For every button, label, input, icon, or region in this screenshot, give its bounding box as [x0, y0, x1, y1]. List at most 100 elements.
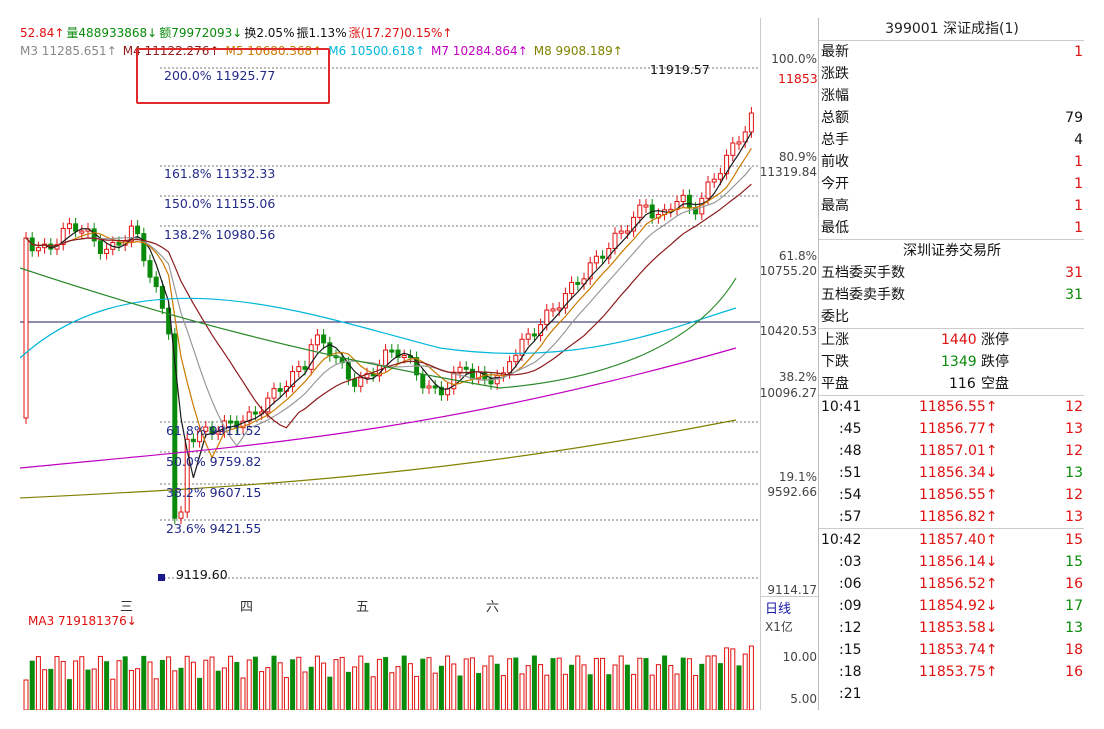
candle-body: [575, 281, 581, 285]
tick-volume: 17: [1065, 598, 1083, 614]
volume-bar: [110, 678, 116, 710]
tick-volume: 13: [1065, 465, 1083, 481]
tick-row[interactable]: 10:41 11856.55↑ 12: [819, 396, 1084, 418]
volume-bar: [451, 663, 457, 710]
volume-bar: [327, 676, 333, 710]
limit-up-label: 涨停: [981, 332, 1009, 348]
candle-body: [153, 276, 159, 288]
volume-bar: [500, 675, 506, 710]
candle-body: [314, 334, 320, 346]
volume-bar: [531, 655, 537, 710]
quote-label: 涨幅: [821, 88, 849, 104]
volume-bar: [643, 658, 649, 710]
volume-bar: [228, 655, 234, 710]
tick-row[interactable]: :54 11856.55↑ 12: [819, 484, 1084, 506]
volume-bar: [575, 655, 581, 710]
candle-body: [618, 230, 624, 234]
tick-row[interactable]: :18 11853.75↑ 16: [819, 661, 1084, 683]
book-label: 委比: [821, 309, 849, 325]
info-item: 振1.13%: [296, 26, 347, 40]
tick-row[interactable]: :09 11854.92↓ 17: [819, 595, 1084, 617]
quote-value: 1: [1074, 198, 1083, 214]
info-item: 52.84↑: [20, 26, 65, 40]
tick-row[interactable]: :03 11856.14↓ 15: [819, 551, 1084, 573]
low-marker: [158, 574, 165, 581]
volume-bar: [445, 655, 451, 710]
volume-bar: [482, 665, 488, 710]
axis-label: 100.0%: [771, 52, 817, 66]
tick-price: 11856.55↑: [919, 399, 998, 415]
candle-body: [426, 385, 432, 389]
candle-body: [612, 232, 618, 249]
volume-unit[interactable]: X1亿: [765, 618, 793, 635]
axis-label: 9114.17: [767, 583, 817, 597]
tick-row[interactable]: :12 11853.58↓ 13: [819, 617, 1084, 639]
quote-label: 最低: [821, 220, 849, 236]
candle-body: [389, 349, 395, 353]
volume-bar: [333, 659, 339, 710]
empty-label: 空盘: [981, 376, 1009, 392]
period-button[interactable]: 日线: [765, 598, 791, 617]
quote-row: 最新 1: [819, 41, 1084, 63]
volume-chart: [23, 645, 754, 710]
tick-row[interactable]: :48 11857.01↑ 12: [819, 440, 1084, 462]
candlestick-chart[interactable]: [20, 58, 760, 628]
volume-bar: [426, 657, 432, 710]
volume-bar: [104, 661, 110, 710]
tick-volume: 13: [1065, 509, 1083, 525]
candle-body: [190, 438, 196, 443]
volume-bar: [147, 661, 153, 710]
axis-label: 10420.53: [759, 324, 817, 338]
tick-row[interactable]: :45 11856.77↑ 13: [819, 418, 1084, 440]
quote-row: 前收 1: [819, 151, 1084, 173]
tick-row[interactable]: :15 11853.74↑ 18: [819, 639, 1084, 661]
volume-bar: [438, 665, 444, 710]
volume-bar: [736, 665, 742, 710]
tick-price: 11853.75↑: [919, 664, 998, 680]
candle-body: [643, 204, 649, 208]
volume-bar: [370, 676, 376, 710]
volume-bar: [85, 669, 91, 710]
candle-body: [159, 286, 165, 309]
volume-bar: [662, 655, 668, 710]
candle-body: [550, 308, 556, 312]
candle-body: [457, 366, 463, 373]
x-tick-fri: 五: [356, 600, 370, 615]
volume-bar: [73, 660, 79, 710]
tick-row[interactable]: :21: [819, 683, 1084, 705]
volume-bar: [680, 657, 686, 710]
axis-label: 38.2%: [778, 370, 817, 384]
volume-bar: [407, 663, 413, 710]
volume-bar: [116, 660, 122, 710]
candle-body: [432, 385, 438, 389]
candle-body: [401, 355, 407, 359]
volume-bar: [581, 664, 587, 710]
volume-bar: [66, 679, 72, 710]
tick-row[interactable]: 10:42 11857.40↑ 15: [819, 528, 1084, 551]
tick-row[interactable]: :57 11856.82↑ 13: [819, 506, 1084, 528]
candle-body: [116, 241, 122, 246]
ma-line: [20, 419, 737, 499]
volume-bar: [271, 655, 277, 710]
candle-body: [705, 181, 711, 199]
quote-value: 1: [1074, 154, 1083, 170]
low-price-label: 9119.60: [176, 567, 228, 582]
volume-bar: [60, 660, 66, 710]
volume-bar: [48, 668, 54, 710]
book-label: 五档委卖手数: [821, 287, 905, 303]
quote-value: 1: [1074, 220, 1083, 236]
volume-bar: [97, 655, 103, 710]
candle-body: [717, 173, 723, 180]
volume-bar: [538, 664, 544, 710]
quote-value: 79: [1065, 110, 1083, 126]
panel-title: 399001 深证成指(1): [819, 18, 1084, 41]
price-axis: 100.0% 80.9% 11319.84 61.8% 10755.20 104…: [760, 18, 819, 710]
tick-list[interactable]: 10:41 11856.55↑ 12:45 11856.77↑ 13:48 11857.0…: [819, 395, 1084, 705]
tick-price: 11856.14↓: [919, 554, 998, 570]
tick-row[interactable]: :51 11856.34↓ 13: [819, 462, 1084, 484]
book-value: 31: [1065, 287, 1083, 303]
fib-label-38-2: 38.2% 9607.15: [166, 485, 262, 500]
ma-line: [25, 166, 752, 448]
tick-row[interactable]: :06 11856.52↑ 16: [819, 573, 1084, 595]
volume-bar: [668, 665, 674, 710]
